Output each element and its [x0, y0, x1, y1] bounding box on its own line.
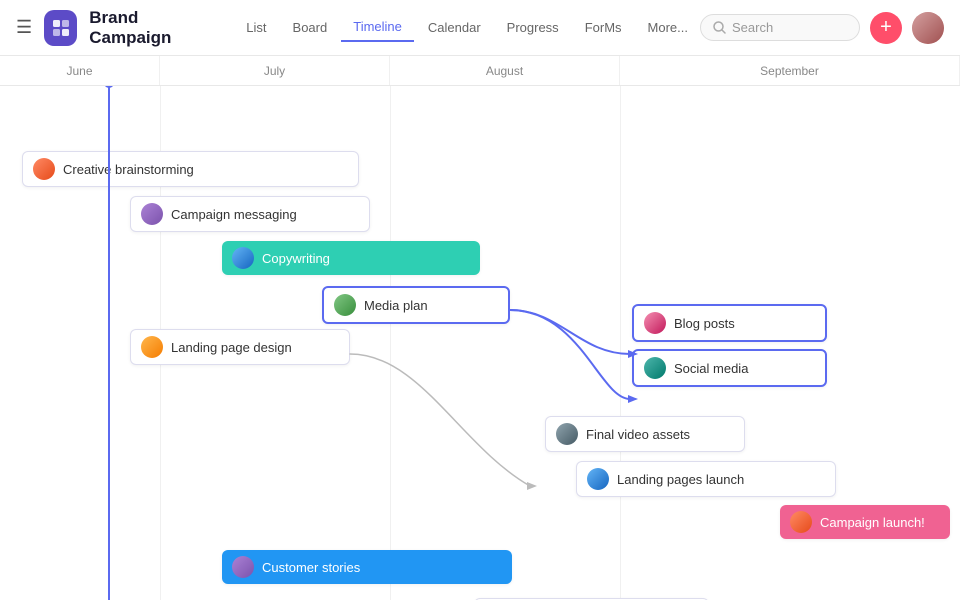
task-label-creative: Creative brainstorming: [63, 162, 194, 177]
task-copywriting[interactable]: Copywriting: [222, 241, 480, 275]
project-title: Brand Campaign: [89, 8, 214, 48]
header-right: Search +: [700, 12, 944, 44]
header: ☰ Brand Campaign List Board Timeline Cal…: [0, 0, 960, 56]
search-placeholder: Search: [732, 20, 773, 35]
tab-forms[interactable]: ForMs: [573, 14, 634, 41]
menu-icon[interactable]: ☰: [16, 17, 32, 38]
task-landing-launch[interactable]: Landing pages launch: [576, 461, 836, 497]
task-label-copywriting: Copywriting: [262, 251, 330, 266]
task-customer-stories[interactable]: Customer stories: [222, 550, 512, 584]
user-avatar[interactable]: [912, 12, 944, 44]
avatar-campaign: [141, 203, 163, 225]
task-video[interactable]: Final video assets: [545, 416, 745, 452]
task-label-social: Social media: [674, 361, 748, 376]
avatar-copywriting: [232, 247, 254, 269]
month-august: August: [390, 56, 620, 85]
avatar-creative: [33, 158, 55, 180]
tab-list[interactable]: List: [234, 14, 278, 41]
task-label-landing-launch: Landing pages launch: [617, 472, 744, 487]
add-button[interactable]: +: [870, 12, 902, 44]
month-june: June: [0, 56, 160, 85]
tab-more[interactable]: More...: [636, 14, 700, 41]
timeline-area: June July August September Creative brai…: [0, 56, 960, 600]
task-label-video: Final video assets: [586, 427, 690, 442]
task-landing-design[interactable]: Landing page design: [130, 329, 350, 365]
month-july: July: [160, 56, 390, 85]
avatar-customer: [232, 556, 254, 578]
task-social-media[interactable]: Social media: [632, 349, 827, 387]
nav-tabs: List Board Timeline Calendar Progress Fo…: [234, 13, 700, 42]
avatar-blog: [644, 312, 666, 334]
task-label-campaign: Campaign messaging: [171, 207, 297, 222]
avatar-image: [912, 12, 944, 44]
avatar-video: [556, 423, 578, 445]
task-label-blog: Blog posts: [674, 316, 735, 331]
app-icon: [44, 10, 77, 46]
tab-calendar[interactable]: Calendar: [416, 14, 493, 41]
today-line: [108, 86, 110, 600]
avatar-campaign-launch: [790, 511, 812, 533]
task-label-landing-design: Landing page design: [171, 340, 292, 355]
task-blog-posts[interactable]: Blog posts: [632, 304, 827, 342]
month-september: September: [620, 56, 960, 85]
month-headers: June July August September: [0, 56, 960, 86]
task-creative-brainstorming[interactable]: Creative brainstorming: [22, 151, 359, 187]
grid-line-august: [390, 86, 391, 600]
tab-timeline[interactable]: Timeline: [341, 13, 414, 42]
task-label-campaign-launch: Campaign launch!: [820, 515, 925, 530]
search-box[interactable]: Search: [700, 14, 860, 41]
task-media-plan[interactable]: Media plan: [322, 286, 510, 324]
task-campaign-launch[interactable]: Campaign launch!: [780, 505, 950, 539]
search-icon: [713, 21, 726, 34]
avatar-social: [644, 357, 666, 379]
task-label-media: Media plan: [364, 298, 428, 313]
tab-progress[interactable]: Progress: [495, 14, 571, 41]
avatar-media: [334, 294, 356, 316]
avatar-landing-design: [141, 336, 163, 358]
grid-line-september: [620, 86, 621, 600]
task-campaign-messaging[interactable]: Campaign messaging: [130, 196, 370, 232]
task-label-customer: Customer stories: [262, 560, 360, 575]
header-left: ☰ Brand Campaign List Board Timeline Cal…: [16, 8, 700, 48]
tab-board[interactable]: Board: [281, 14, 340, 41]
avatar-landing-launch: [587, 468, 609, 490]
